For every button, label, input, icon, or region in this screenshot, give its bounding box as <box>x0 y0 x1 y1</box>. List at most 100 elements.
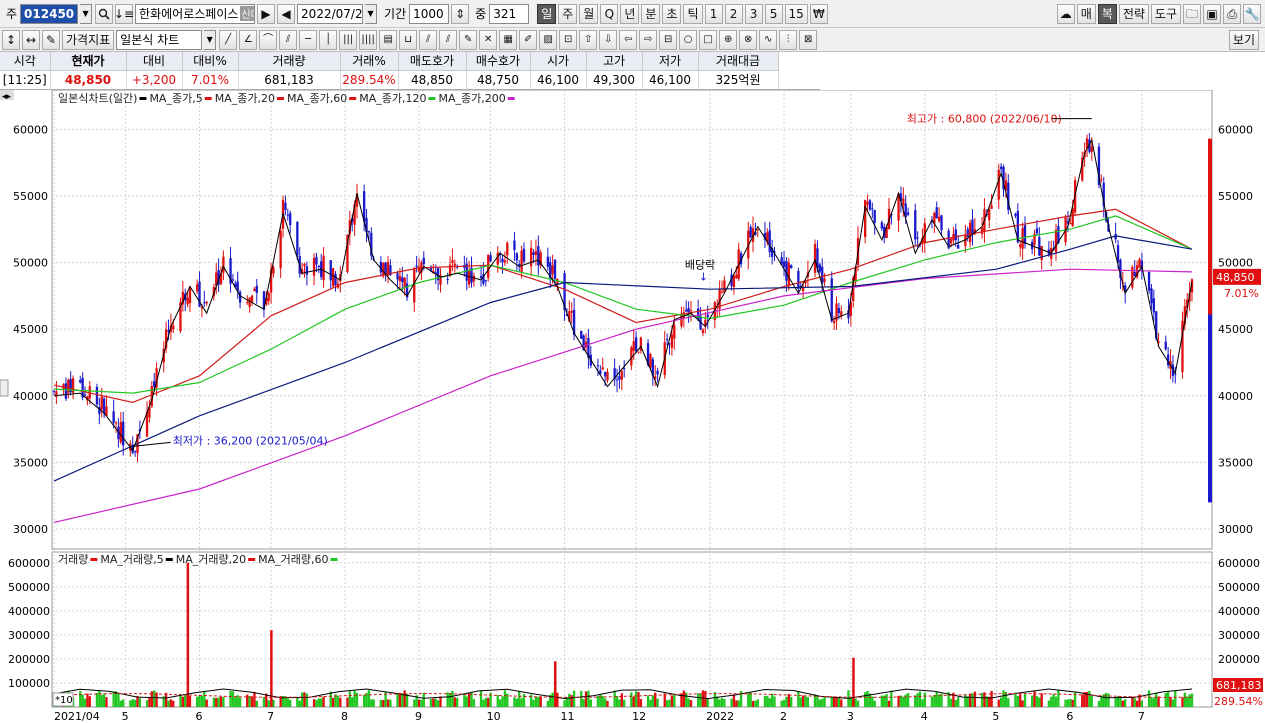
candle-body <box>968 222 972 243</box>
volume-bar <box>303 692 306 707</box>
volume-bar <box>322 696 325 707</box>
price-tick-label-right: 50000 <box>1218 257 1253 270</box>
multi-button[interactable]: 복 <box>1097 4 1117 24</box>
buy-button[interactable]: 매 <box>1076 4 1096 24</box>
candle-body <box>305 266 309 275</box>
date-input[interactable]: 2022/07/22 <box>297 3 364 24</box>
volume-bar <box>534 696 538 707</box>
period-button[interactable]: 월 <box>579 3 599 24</box>
drawing-tool-icon[interactable]: ⫶ <box>779 29 798 50</box>
volume-bar <box>1121 700 1124 707</box>
print-icon[interactable]: ⎙ <box>1223 4 1241 24</box>
legend-swatch <box>349 97 357 100</box>
period-button[interactable]: 분 <box>641 3 661 24</box>
drawing-tool-icon[interactable]: ▦ <box>499 29 518 50</box>
drawing-tool-icon[interactable]: ⇩ <box>599 29 618 50</box>
folder-icon[interactable]: 🗀 <box>1183 4 1201 24</box>
drawing-tool-icon[interactable]: ⫽ <box>279 29 298 50</box>
chart-type-dropdown[interactable]: ▼ <box>204 29 217 50</box>
volume-bar <box>153 690 156 707</box>
drawing-tool-icon[interactable]: ⊠ <box>799 29 818 50</box>
expand-vertical-icon[interactable]: ↕ <box>2 29 20 50</box>
drawing-tool-icon[interactable]: ⇨ <box>639 29 658 50</box>
stock-code-input[interactable]: 012450 <box>20 3 79 24</box>
drawing-tool-icon[interactable]: ⊡ <box>559 29 578 50</box>
wrench-icon[interactable]: 🔧 <box>1243 4 1261 24</box>
volume-bar <box>503 690 507 707</box>
drawing-tool-icon[interactable]: ⊟ <box>659 29 678 50</box>
period-button[interactable]: 15 <box>784 3 808 24</box>
edit-icon[interactable]: ✎ <box>42 29 60 50</box>
date-dropdown[interactable]: ▼ <box>365 3 378 24</box>
drawing-tool-icon[interactable]: ⌒ <box>259 29 278 50</box>
period-button[interactable]: 초 <box>662 3 682 24</box>
volume-bar <box>730 698 733 707</box>
volume-bar <box>580 690 583 707</box>
volume-bar <box>515 698 518 707</box>
prev-stock-icon[interactable]: ◀ <box>277 3 296 24</box>
drawing-tool-icon[interactable]: ||| <box>339 29 358 50</box>
candle-body <box>122 421 125 446</box>
chart-type-select[interactable]: 일본식 차트 <box>116 29 203 50</box>
strategy-button[interactable]: 전략 <box>1118 4 1149 24</box>
drawing-tool-icon[interactable]: ╱ <box>219 29 238 50</box>
code-type-label: 주 <box>6 7 18 21</box>
volume-bar <box>1171 699 1175 707</box>
tools-button[interactable]: 도구 <box>1150 4 1181 24</box>
period-button[interactable]: 주 <box>558 3 578 24</box>
candle-body <box>940 215 943 231</box>
volume-bar <box>1071 699 1074 707</box>
drawing-tool-icon[interactable]: |||| <box>359 29 378 50</box>
volume-bar <box>188 696 192 707</box>
period-button[interactable]: Q <box>600 3 619 24</box>
period-button[interactable]: 년 <box>620 3 640 24</box>
period-buttons: 일 주 월 Q 년 분 초 틱 1 2 3 5 15 <box>537 3 810 24</box>
period-input[interactable]: 1000 <box>409 3 450 24</box>
search-icon[interactable] <box>95 3 114 24</box>
expand-horizontal-icon[interactable]: ↔ <box>22 29 40 50</box>
drawing-tool-icon[interactable]: ✕ <box>479 29 498 50</box>
period-adjust-icon[interactable]: ⇕ <box>451 3 470 24</box>
drawing-tool-icon[interactable]: ⇦ <box>619 29 638 50</box>
tick-setting-icon[interactable]: ₩ <box>809 3 828 24</box>
drawing-tool-icon[interactable]: ▨ <box>539 29 558 50</box>
drawing-tool-icon[interactable]: ∠ <box>239 29 258 50</box>
drawing-tool-icon[interactable]: ⇧ <box>579 29 598 50</box>
volume-bar <box>217 697 220 707</box>
sort-icon[interactable]: ↓≡ <box>114 3 134 24</box>
view-button[interactable]: 보기 <box>1228 29 1259 50</box>
period-button[interactable]: 3 <box>744 3 763 24</box>
volume-bar <box>751 700 755 707</box>
drawing-tool-icon[interactable]: ⊔ <box>399 29 418 50</box>
cloud-icon[interactable]: ☁ <box>1056 4 1075 24</box>
drawing-tool-icon[interactable]: ⫽ <box>419 29 438 50</box>
drawing-tool-icon[interactable]: ○ <box>679 29 698 50</box>
drawing-tool-icon[interactable]: □ <box>699 29 718 50</box>
drawing-tool-icon[interactable]: │ <box>319 29 338 50</box>
candle-body <box>873 210 876 223</box>
stock-code-dropdown[interactable]: ▼ <box>80 3 93 24</box>
save-icon[interactable]: ▣ <box>1203 4 1221 24</box>
stock-name-field[interactable]: 한화에어로스페이스 신대30 <box>135 3 256 24</box>
drawing-tool-icon[interactable]: ✐ <box>519 29 538 50</box>
candle-body <box>623 368 626 370</box>
drawing-tool-icon[interactable]: ∿ <box>759 29 778 50</box>
drawing-tool-icon[interactable]: ✎ <box>459 29 478 50</box>
candle-body <box>720 291 724 293</box>
drawing-tool-icon[interactable]: ⫽ <box>439 29 458 50</box>
volume-bar <box>1157 696 1160 707</box>
drawing-tool-icon[interactable]: ▤ <box>379 29 398 50</box>
volume-bar <box>1147 690 1151 707</box>
period-button[interactable]: 틱 <box>683 3 703 24</box>
drawing-tool-icon[interactable]: ⊕ <box>719 29 738 50</box>
period-button[interactable]: 5 <box>764 3 783 24</box>
indicator-button[interactable]: 가격지표 <box>62 29 115 50</box>
drawing-tool-icon[interactable]: ─ <box>299 29 318 50</box>
period-button[interactable]: 일 <box>537 3 557 24</box>
price-chart[interactable]: ◂▸ 2021/04 5 6 7 8 9 10 11 12 2022 2 3 4 5 6 7 30000 30000… <box>0 90 1265 723</box>
next-stock-icon[interactable]: ▶ <box>257 3 276 24</box>
period-button[interactable]: 1 <box>704 3 723 24</box>
period-button[interactable]: 2 <box>724 3 743 24</box>
drawing-tool-icon[interactable]: ⊗ <box>739 29 758 50</box>
count-input[interactable]: 321 <box>489 3 530 24</box>
